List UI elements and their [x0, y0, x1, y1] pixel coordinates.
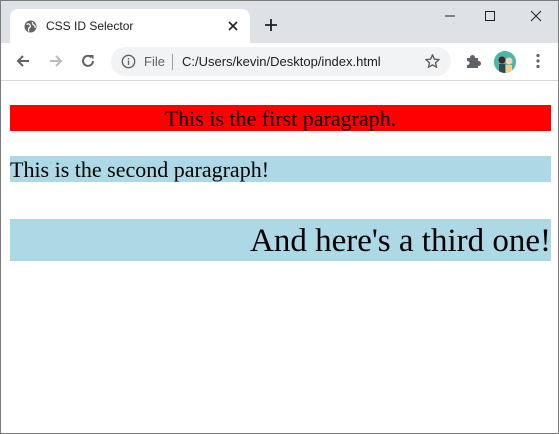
kebab-menu-icon[interactable]: [529, 52, 547, 70]
second-paragraph: This is the second paragraph!: [10, 156, 551, 182]
window-close-icon[interactable]: [527, 7, 545, 25]
tab-close-icon[interactable]: [225, 18, 241, 34]
puzzle-icon[interactable]: [464, 52, 482, 70]
minimize-icon[interactable]: [441, 7, 459, 25]
tab-strip: CSS ID Selector: [1, 1, 558, 43]
third-paragraph: And here's a third one!: [10, 219, 551, 261]
toolbar: File C:/Users/kevin/Desktop/index.html: [1, 43, 558, 81]
tab-title: CSS ID Selector: [46, 19, 134, 33]
tab-active[interactable]: CSS ID Selector: [10, 9, 250, 43]
new-tab-plus-icon[interactable]: [263, 17, 279, 33]
url-text[interactable]: C:/Users/kevin/Desktop/index.html: [182, 54, 381, 69]
reload-icon[interactable]: [79, 52, 97, 70]
back-arrow-icon[interactable]: [14, 52, 32, 70]
browser-window: CSS ID Selector File C:/Users/kevin/Desk…: [0, 0, 559, 434]
avatar-icon[interactable]: [494, 51, 516, 73]
info-icon[interactable]: [121, 54, 136, 69]
address-bar[interactable]: File C:/Users/kevin/Desktop/index.html: [111, 47, 451, 76]
first-paragraph: This is the first paragraph.: [10, 105, 551, 131]
maximize-icon[interactable]: [481, 7, 499, 25]
globe-icon: [24, 20, 37, 33]
forward-arrow-icon[interactable]: [47, 52, 65, 70]
page-content: This is the first paragraph. This is the…: [10, 81, 551, 433]
omnibox-separator: [172, 54, 173, 70]
star-icon[interactable]: [424, 53, 441, 70]
scheme-label: File: [144, 54, 165, 69]
